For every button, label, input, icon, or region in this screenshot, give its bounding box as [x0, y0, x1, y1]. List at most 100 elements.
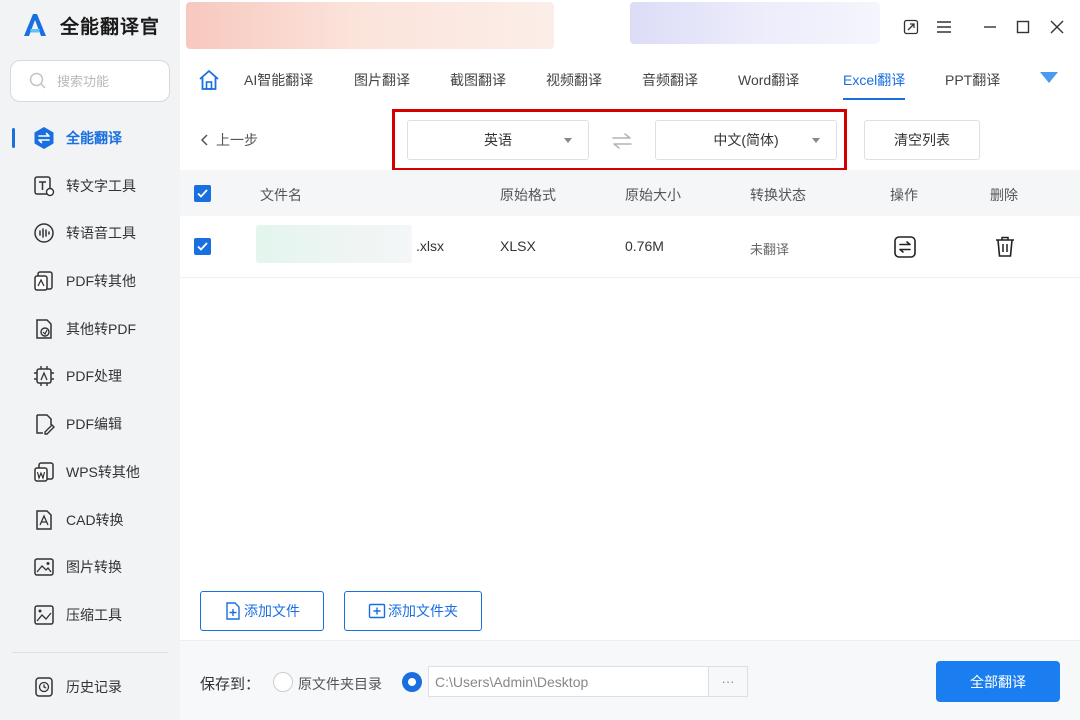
- minimize-button[interactable]: [977, 14, 1003, 40]
- sidebar-item-label: 转语音工具: [66, 225, 136, 241]
- tabs-more-button[interactable]: [1040, 71, 1058, 85]
- row-checkbox[interactable]: [194, 238, 211, 255]
- source-language-value: 英语: [484, 132, 512, 148]
- sidebar-item-text-tool[interactable]: 转文字工具: [0, 164, 180, 208]
- tab-word-translate[interactable]: Word翻译: [738, 55, 799, 105]
- pdf-process-icon: [32, 364, 56, 388]
- file-table-header: 文件名 原始格式 原始大小 转换状态 操作 删除: [180, 170, 1080, 216]
- sidebar-item-label: CAD转换: [66, 512, 124, 528]
- select-all-checkbox[interactable]: [194, 185, 211, 202]
- file-size: 0.76M: [625, 238, 664, 254]
- sidebar-item-pdf-process[interactable]: PDF处理: [0, 354, 180, 398]
- sidebar-item-history[interactable]: 历史记录: [0, 665, 180, 709]
- sidebar-item-label: 全能翻译: [66, 130, 122, 146]
- target-language-select[interactable]: 中文(简体): [655, 120, 837, 160]
- origin-folder-label: 原文件夹目录: [298, 676, 382, 692]
- search-input[interactable]: [57, 73, 167, 89]
- sidebar-item-label: 压缩工具: [66, 607, 122, 623]
- browse-path-button[interactable]: ···: [708, 666, 748, 697]
- column-header-delete: 删除: [990, 187, 1018, 203]
- clear-list-button[interactable]: 清空列表: [864, 120, 980, 160]
- tab-ai-translate[interactable]: AI智能翻译: [244, 55, 313, 105]
- sidebar-item-label: 其他转PDF: [66, 321, 136, 337]
- app-logo: 全能翻译官: [20, 10, 160, 40]
- sidebar-item-other-to-pdf[interactable]: 其他转PDF: [0, 307, 180, 351]
- add-file-button[interactable]: 添加文件: [200, 591, 324, 631]
- back-button[interactable]: 上一步: [200, 130, 258, 150]
- add-file-label: 添加文件: [244, 603, 300, 619]
- sidebar-item-label: 历史记录: [66, 679, 122, 695]
- tab-ppt-translate[interactable]: PPT翻译: [945, 55, 1000, 105]
- footer-bar: 保存到： 原文件夹目录 ··· 全部翻译: [180, 640, 1080, 720]
- mini-mode-button[interactable]: [898, 14, 924, 40]
- image-convert-icon: [32, 555, 56, 579]
- tab-audio-translate[interactable]: 音频翻译: [642, 55, 698, 105]
- sidebar: 全能翻译官 全能翻译 转文字工具 转语音工具 P: [0, 0, 180, 720]
- origin-folder-radio[interactable]: [273, 672, 293, 692]
- app-logo-icon: [20, 10, 50, 40]
- sidebar-item-label: 图片转换: [66, 559, 122, 575]
- translate-hex-icon: [32, 126, 56, 150]
- convert-action-button[interactable]: [893, 235, 917, 259]
- tab-image-translate[interactable]: 图片翻译: [354, 55, 410, 105]
- caret-down-icon: [812, 138, 820, 143]
- column-header-status: 转换状态: [750, 187, 806, 203]
- add-folder-label: 添加文件夹: [388, 603, 458, 619]
- file-extension: .xlsx: [416, 238, 444, 254]
- tab-screenshot-translate[interactable]: 截图翻译: [450, 55, 506, 105]
- pdf-import-icon: [32, 317, 56, 341]
- delete-row-button[interactable]: [993, 235, 1017, 259]
- convert-icon: [894, 236, 916, 258]
- sidebar-item-pdf-to-other[interactable]: PDF转其他: [0, 259, 180, 303]
- translate-all-button[interactable]: 全部翻译: [936, 661, 1060, 702]
- sidebar-item-label: PDF编辑: [66, 416, 122, 432]
- file-format: XLSX: [500, 238, 536, 254]
- add-folder-button[interactable]: 添加文件夹: [344, 591, 482, 631]
- sidebar-divider: [12, 652, 168, 653]
- output-path-input[interactable]: [428, 666, 708, 697]
- pdf-export-icon: [32, 269, 56, 293]
- save-to-label: 保存到：: [200, 676, 261, 693]
- sidebar-item-cad-convert[interactable]: CAD转换: [0, 498, 180, 542]
- sidebar-item-label: PDF转其他: [66, 273, 136, 289]
- maximize-icon: [1016, 20, 1030, 34]
- sidebar-item-label: WPS转其他: [66, 464, 140, 480]
- close-button[interactable]: [1044, 14, 1070, 40]
- sidebar-item-compress[interactable]: 压缩工具: [0, 593, 180, 637]
- tab-video-translate[interactable]: 视频翻译: [546, 55, 602, 105]
- feature-tabs: AI智能翻译 图片翻译 截图翻译 视频翻译 音频翻译 Word翻译 Excel翻…: [180, 55, 1080, 105]
- table-row: .xlsx XLSX 0.76M 未翻译: [180, 216, 1080, 278]
- sidebar-item-image-convert[interactable]: 图片转换: [0, 545, 180, 589]
- column-header-size: 原始大小: [625, 187, 681, 203]
- blurred-filename: [256, 225, 412, 263]
- cad-convert-icon: [32, 508, 56, 532]
- check-icon: [197, 189, 208, 198]
- sidebar-item-wps-to-other[interactable]: WPS转其他: [0, 450, 180, 494]
- custom-path-radio[interactable]: [402, 672, 422, 692]
- sidebar-item-pdf-edit[interactable]: PDF编辑: [0, 402, 180, 446]
- sidebar-item-all-translate[interactable]: 全能翻译: [0, 116, 180, 160]
- source-language-select[interactable]: 英语: [407, 120, 589, 160]
- text-convert-icon: [32, 174, 56, 198]
- back-label: 上一步: [216, 132, 258, 148]
- swap-languages-button[interactable]: [610, 131, 634, 151]
- sidebar-item-label: 转文字工具: [66, 178, 136, 194]
- blurred-user-info: [630, 2, 880, 44]
- wps-convert-icon: [32, 460, 56, 484]
- home-button[interactable]: [198, 69, 220, 91]
- column-header-format: 原始格式: [500, 187, 556, 203]
- swap-arrows-icon: [612, 133, 632, 149]
- voice-convert-icon: [32, 221, 56, 245]
- search-box[interactable]: [10, 60, 170, 102]
- triangle-down-icon: [1040, 72, 1058, 83]
- maximize-button[interactable]: [1010, 14, 1036, 40]
- tab-excel-translate[interactable]: Excel翻译: [843, 55, 906, 105]
- sidebar-item-voice-tool[interactable]: 转语音工具: [0, 211, 180, 255]
- home-icon: [199, 70, 219, 90]
- menu-button[interactable]: [931, 14, 957, 40]
- shrink-icon: [903, 19, 919, 35]
- add-file-icon: [226, 602, 240, 620]
- column-header-action: 操作: [890, 187, 918, 203]
- close-icon: [1050, 20, 1064, 34]
- blurred-banner: [186, 2, 554, 49]
